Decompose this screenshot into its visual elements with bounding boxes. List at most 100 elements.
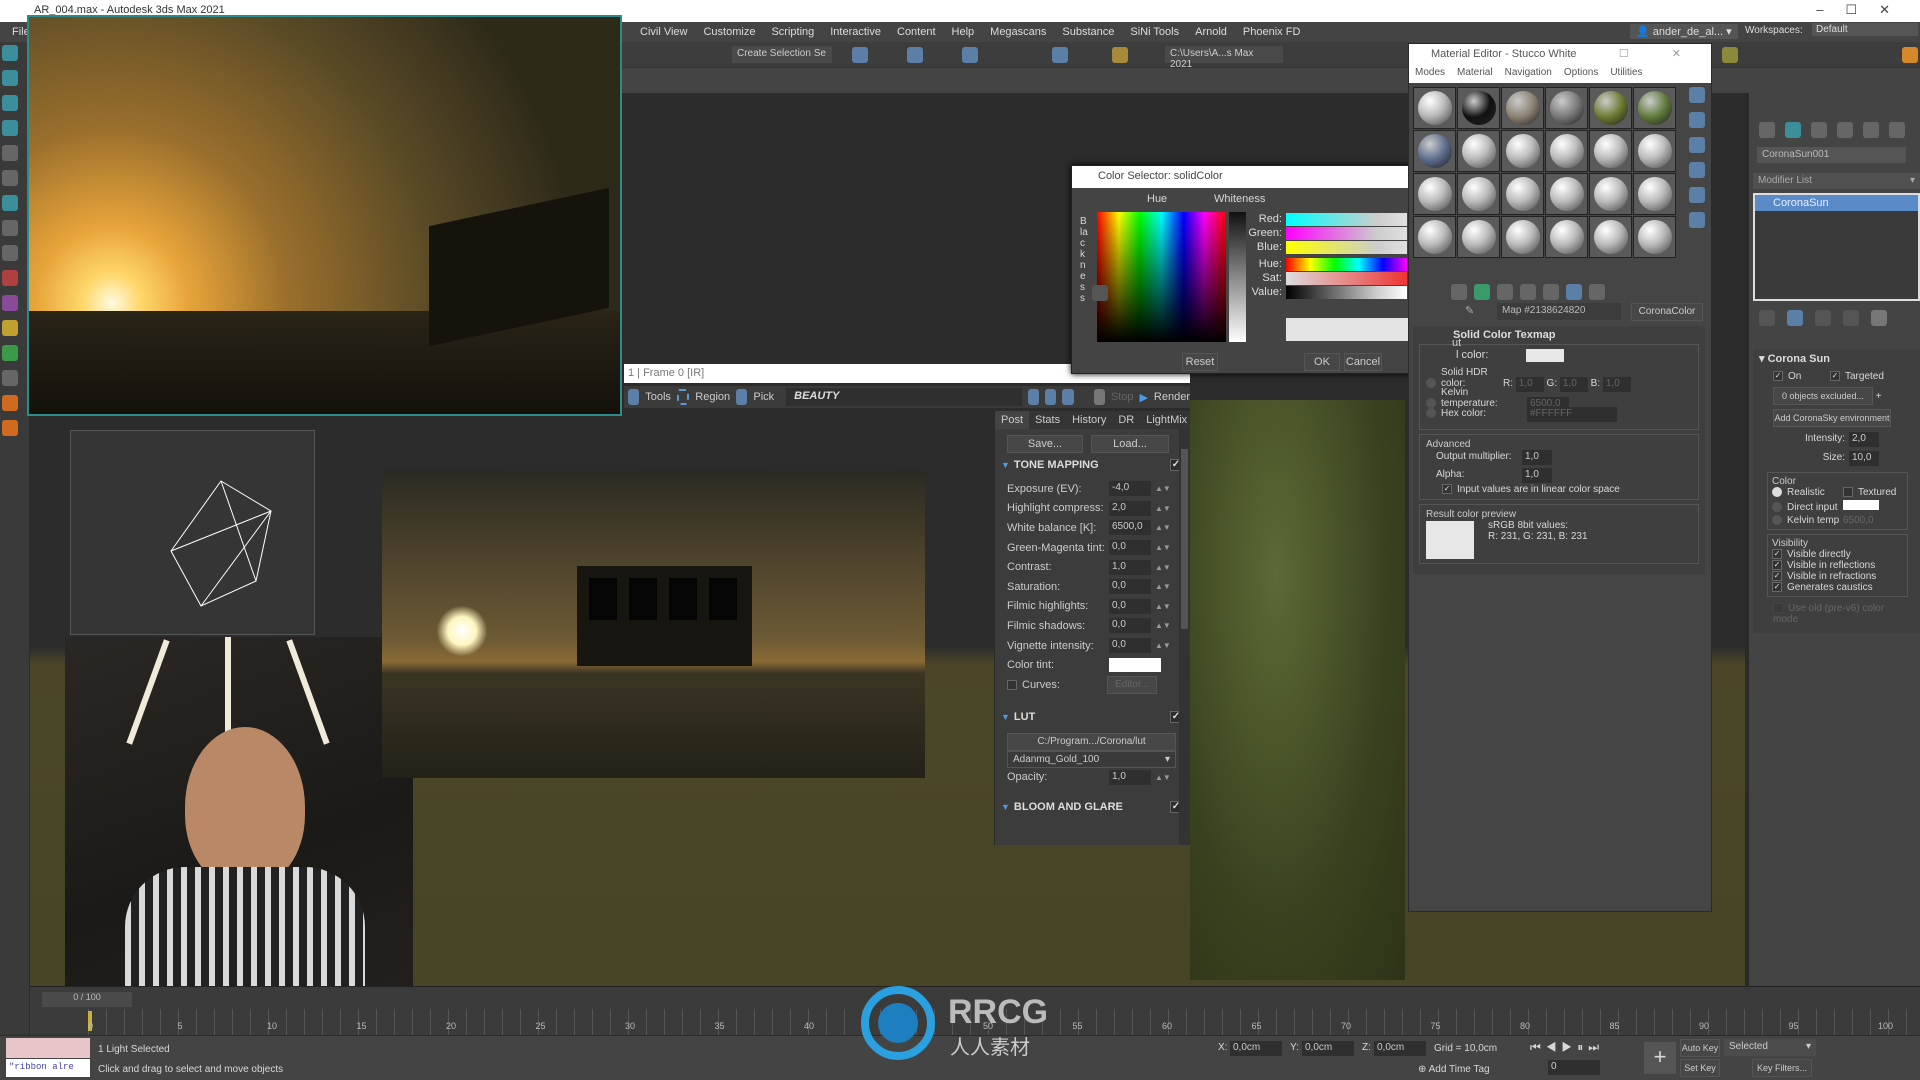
make-unique-icon[interactable] [1815,310,1831,326]
key-filters-button[interactable]: Key Filters... [1752,1059,1812,1077]
workspaces-dropdown[interactable]: Default [1812,23,1918,36]
select-icon[interactable] [2,45,18,61]
window-controls[interactable]: – ☐ ✕ [1570,47,1701,60]
minimize-button[interactable]: – [1816,2,1845,17]
helper-icon[interactable] [2,245,18,261]
menu-arnold[interactable]: Arnold [1195,26,1227,38]
exclude-button[interactable]: 0 objects excluded... [1773,387,1873,405]
fire-icon[interactable] [2,395,18,411]
maximize-button[interactable]: ☐ [1845,2,1879,17]
param-spinner[interactable]: -4,0 [1109,481,1151,497]
utilities-icon[interactable] [1889,122,1905,138]
bloom-glare-header[interactable]: ▼ BLOOM AND GLARE ✓ [995,797,1190,817]
size-spinner[interactable]: 10,0 [1849,451,1879,466]
scale-icon[interactable] [2,120,18,136]
pin-stack-icon[interactable] [1759,310,1775,326]
textured-checkbox[interactable] [1843,487,1853,498]
gizmo-icon[interactable] [2,320,18,336]
show-map-icon[interactable] [1543,284,1559,300]
param-spinner[interactable]: 0,0 [1109,618,1151,634]
material-editor-icon[interactable] [1052,47,1068,63]
material-slot[interactable] [1457,130,1500,172]
fire-icon[interactable] [2,420,18,436]
corona-icon[interactable] [2,270,18,286]
material-slot[interactable] [1589,130,1632,172]
text-icon[interactable] [2,145,18,161]
menu-utilities[interactable]: Utilities [1610,67,1642,81]
spinner-arrows-icon[interactable]: ▲▼ [1155,484,1171,493]
add-time-tag-button[interactable]: ⊕ Add Time Tag [1418,1064,1490,1075]
direct-input-swatch[interactable] [1843,500,1879,510]
stack-item-coronasun[interactable]: CoronaSun [1755,195,1918,211]
lut-header[interactable]: ▼ LUT ✓ [995,707,1190,727]
user-menu[interactable]: 👤 ander_de_al... ▾ [1630,24,1738,39]
param-spinner[interactable]: 0,0 [1109,579,1151,595]
curves-editor-button[interactable]: Editor... [1107,675,1157,694]
spinner-arrows-icon[interactable]: ▲▼ [1155,621,1171,630]
spinner-arrows-icon[interactable]: ▲▼ [1155,543,1171,552]
output-multiplier-spinner[interactable]: 1,0 [1522,450,1552,465]
current-frame-field[interactable]: 0 [1548,1060,1600,1075]
auto-key-button[interactable]: Auto Key [1680,1039,1720,1057]
on-checkbox[interactable]: ✓ [1773,371,1783,382]
play-icon[interactable] [2,370,18,386]
add-exclude-icon[interactable]: + [1876,391,1882,402]
background-icon[interactable] [1689,137,1705,153]
direct-input-radio[interactable] [1772,502,1782,513]
solid-color-swatch[interactable] [1526,349,1564,362]
modify-icon[interactable] [1785,122,1801,138]
intensity-spinner[interactable]: 2,0 [1849,432,1879,447]
time-slider[interactable]: 0 / 100 [42,992,132,1007]
phoenix-fd-icon[interactable] [1902,47,1918,63]
color-slider[interactable] [1286,226,1407,240]
menu-customize[interactable]: Customize [703,26,755,38]
sphere-icon[interactable] [2,295,18,311]
spinner-arrows-icon[interactable]: ▲▼ [1155,563,1171,572]
x-coord-field[interactable]: 0,0cm [1230,1041,1282,1056]
eyedropper-icon[interactable]: ✎ [1465,304,1474,317]
grid-icon[interactable] [2,345,18,361]
tab-post[interactable]: Post [995,411,1030,429]
material-slot[interactable] [1501,130,1544,172]
project-folder-dropdown[interactable]: C:\Users\A...s Max 2021 [1165,46,1283,70]
param-spinner[interactable]: 0,0 [1109,598,1151,614]
create-icon[interactable] [1759,122,1775,138]
render-setup-icon[interactable] [1112,47,1128,63]
material-slot[interactable] [1545,130,1588,172]
material-slot[interactable] [1589,87,1632,129]
menu-sini-tools[interactable]: SiNi Tools [1130,26,1179,38]
light-icon[interactable] [2,220,18,236]
menu-scripting[interactable]: Scripting [771,26,814,38]
close-button[interactable]: ✕ [1879,2,1912,17]
param-spinner[interactable]: 2,0 [1109,500,1151,516]
spinner-arrows-icon[interactable]: ▲▼ [1155,523,1171,532]
video-check-icon[interactable] [1689,187,1705,203]
make-unique-icon[interactable] [1474,284,1490,300]
material-slot[interactable] [1501,87,1544,129]
kelvin-temp-spinner[interactable]: 6500,0 [1843,515,1874,526]
spinner-arrows-icon[interactable]: ▲▼ [1155,602,1171,611]
material-slot[interactable] [1545,173,1588,215]
param-spinner[interactable]: 0,0 [1109,638,1151,654]
motion-icon[interactable] [1837,122,1853,138]
cancel-button[interactable]: Cancel [1344,353,1382,371]
eyedropper-icon[interactable] [1092,285,1108,301]
key-mode-dropdown[interactable]: Selected ▾ [1724,1039,1816,1056]
material-slot[interactable] [1457,216,1500,258]
ok-button[interactable]: OK [1304,353,1340,371]
material-slot[interactable] [1545,216,1588,258]
menu-content[interactable]: Content [897,26,936,38]
curves-checkbox[interactable] [1007,679,1017,690]
menu-help[interactable]: Help [952,26,975,38]
playback-controls[interactable]: ⏮◀▶⏸⏭ [1530,1040,1604,1055]
material-slot[interactable] [1589,216,1632,258]
show-end-result-icon[interactable] [1787,310,1803,326]
add-coronasky-button[interactable]: Add CoronaSky environment [1773,409,1891,427]
sample-type-icon[interactable] [1689,87,1705,103]
sini-tools-icon[interactable] [1722,47,1738,63]
layer-explorer-icon[interactable] [962,47,978,63]
material-slot[interactable] [1413,87,1456,129]
uv-tiling-icon[interactable] [1689,162,1705,178]
scene-explorer-icon[interactable] [907,47,923,63]
rotate-icon[interactable] [2,95,18,111]
